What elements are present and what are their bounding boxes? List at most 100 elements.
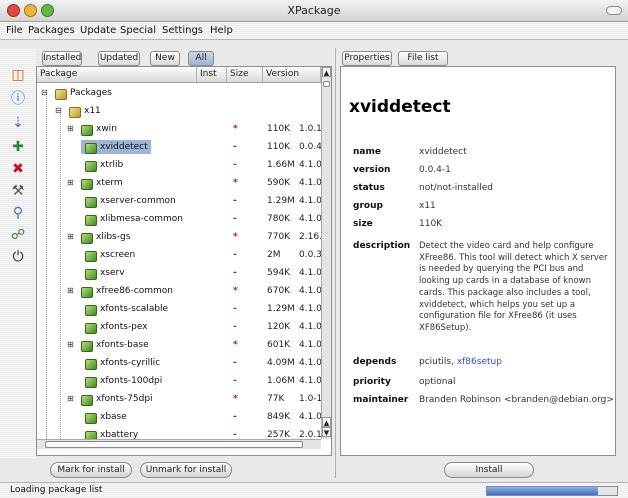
- info-icon[interactable]: ⓘ: [9, 90, 27, 108]
- tab-properties[interactable]: Properties: [342, 51, 392, 66]
- package-name-wrap[interactable]: xfonts-pex: [81, 320, 151, 334]
- package-name-wrap[interactable]: xwin: [77, 122, 120, 136]
- package-row[interactable]: ⊞ xwin * 110K 1.0.1-1: [37, 120, 321, 138]
- package-row[interactable]: xbase - 849K 4.1.0-2: [37, 408, 321, 426]
- expand-toggle[interactable]: ⊞: [67, 286, 74, 295]
- package-row[interactable]: ⊞ xfree86-common * 670K 4.1.0-2: [37, 282, 321, 300]
- package-row[interactable]: xfonts-scalable - 1.29M 4.1.0-2: [37, 300, 321, 318]
- package-row[interactable]: xtrlib - 1.66M 4.1.0-2: [37, 156, 321, 174]
- menu-special[interactable]: Special: [120, 25, 156, 36]
- list-scroll-thumb[interactable]: [323, 81, 330, 87]
- package-row[interactable]: xscreen - 2M 0.0.3-7: [37, 246, 321, 264]
- package-row[interactable]: xserver-common - 1.29M 4.1.0-2: [37, 192, 321, 210]
- package-name-wrap[interactable]: xbattery: [81, 428, 141, 439]
- package-icon: [84, 322, 97, 334]
- install-button[interactable]: Install: [444, 462, 534, 478]
- mark-install-button[interactable]: Mark for install: [50, 462, 132, 478]
- package-name-wrap[interactable]: xserv: [81, 266, 128, 280]
- scroll-up-arrow-icon[interactable]: ▲: [322, 417, 331, 427]
- package-version: 4.1.0-2: [299, 376, 321, 386]
- package-name-wrap[interactable]: xscreen: [81, 248, 138, 262]
- tree-group-row[interactable]: ⊟ x11: [37, 102, 321, 120]
- package-row[interactable]: xfonts-pex - 120K 4.1.0-2: [37, 318, 321, 336]
- package-row[interactable]: xbattery - 257K 2.0.1-1: [37, 426, 321, 439]
- install-icon[interactable]: ✚: [9, 138, 27, 156]
- status-bar: Loading package list: [0, 482, 628, 498]
- package-name-wrap[interactable]: xterm: [77, 176, 126, 190]
- configure-icon[interactable]: ⚒: [9, 182, 27, 200]
- tab-new[interactable]: New: [150, 51, 180, 66]
- package-row[interactable]: ⊞ xfonts-base * 601K 4.1.0-2: [37, 336, 321, 354]
- expand-toggle[interactable]: ⊞: [67, 124, 74, 133]
- package-row[interactable]: xfonts-cyrillic - 4.09M 4.1.0-2: [37, 354, 321, 372]
- package-row[interactable]: ⊞ xlibs-gs * 770K 2.16.1-1: [37, 228, 321, 246]
- column-inst[interactable]: Inst: [197, 67, 227, 82]
- field-label-description: description: [353, 241, 411, 251]
- package-icon: [84, 196, 97, 208]
- package-name: xbase: [100, 412, 127, 422]
- not-installed-mark: -: [233, 214, 237, 224]
- tree-root-row[interactable]: ⊟ Packages: [37, 84, 321, 102]
- package-row[interactable]: xlibmesa-common - 780K 4.1.0-2: [37, 210, 321, 228]
- menu-packages[interactable]: Packages: [28, 25, 75, 36]
- remove-icon[interactable]: ✖: [9, 160, 27, 178]
- list-vertical-scrollbar[interactable]: ▲ ▲ ▼: [321, 67, 331, 439]
- list-hscroll-thumb[interactable]: [45, 441, 303, 448]
- collapse-toggle[interactable]: ⊟: [55, 106, 62, 115]
- installed-mark: *: [233, 232, 238, 242]
- scroll-up-arrow-icon[interactable]: ▲: [322, 67, 331, 77]
- download-icon[interactable]: ⇣: [9, 114, 27, 132]
- package-row[interactable]: xviddetect - 110K 0.0.4-1: [37, 138, 321, 156]
- package-name-wrap[interactable]: xfree86-common: [77, 284, 176, 298]
- package-size: 1.06M: [267, 376, 295, 386]
- package-name-wrap[interactable]: xfonts-cyrillic: [81, 356, 163, 370]
- package-row[interactable]: ⊞ xfonts-75dpi * 77K 1.0-1: [37, 390, 321, 408]
- package-name-wrap[interactable]: xbase: [81, 410, 130, 424]
- column-package[interactable]: Package: [37, 67, 197, 82]
- depends-link[interactable]: xf86setup: [457, 357, 502, 367]
- package-name-wrap[interactable]: xlibmesa-common: [81, 212, 186, 226]
- search-icon[interactable]: ⚲: [9, 204, 27, 222]
- field-value-maintainer: Branden Robinson <branden@debian.org>: [419, 395, 614, 405]
- field-value-version: 0.0.4-1: [419, 165, 451, 175]
- expand-toggle[interactable]: ⊞: [67, 394, 74, 403]
- unmark-install-button[interactable]: Unmark for install: [140, 462, 232, 478]
- column-size[interactable]: Size: [227, 67, 263, 82]
- network-icon[interactable]: ☍: [9, 226, 27, 244]
- package-name-wrap[interactable]: xfonts-75dpi: [77, 392, 156, 406]
- expand-toggle[interactable]: ⊞: [67, 340, 74, 349]
- tab-file-list[interactable]: File list: [398, 51, 448, 66]
- split-divider[interactable]: [335, 48, 338, 478]
- package-row[interactable]: xfonts-100dpi - 1.06M 4.1.0-2: [37, 372, 321, 390]
- tab-installed[interactable]: Installed: [42, 51, 82, 66]
- package-name-wrap[interactable]: xfonts-base: [77, 338, 152, 352]
- scroll-down-arrow-icon[interactable]: ▼: [322, 427, 331, 437]
- toolbar-toggle-button[interactable]: [606, 6, 622, 15]
- menu-file[interactable]: File: [6, 25, 23, 36]
- package-name-wrap[interactable]: xviddetect: [81, 140, 151, 154]
- quit-icon[interactable]: ⏻: [9, 248, 27, 266]
- package-name-wrap[interactable]: xtrlib: [81, 158, 126, 172]
- package-title: xviddetect: [349, 97, 451, 117]
- package-name-wrap[interactable]: xserver-common: [81, 194, 179, 208]
- expand-toggle[interactable]: ⊞: [67, 232, 74, 241]
- list-horizontal-scrollbar[interactable]: [37, 439, 321, 449]
- package-icon: [84, 250, 97, 262]
- open-package-icon[interactable]: ◫: [9, 66, 27, 84]
- package-row[interactable]: ⊞ xterm * 590K 4.1.0-2: [37, 174, 321, 192]
- package-name-wrap[interactable]: xfonts-100dpi: [81, 374, 165, 388]
- menu-update[interactable]: Update: [80, 25, 116, 36]
- menu-settings[interactable]: Settings: [162, 25, 203, 36]
- tab-updated[interactable]: Updated: [98, 51, 140, 66]
- collapse-toggle[interactable]: ⊟: [41, 88, 48, 97]
- menu-help[interactable]: Help: [210, 25, 233, 36]
- package-name-wrap[interactable]: xlibs-gs: [77, 230, 133, 244]
- tab-all[interactable]: All: [188, 51, 214, 66]
- package-size: 780K: [267, 214, 291, 224]
- package-icon: [84, 304, 97, 316]
- expand-toggle[interactable]: ⊞: [67, 178, 74, 187]
- package-name-wrap[interactable]: xfonts-scalable: [81, 302, 171, 316]
- package-version: 1.0-1: [299, 394, 321, 404]
- column-version[interactable]: Version: [263, 67, 321, 82]
- package-row[interactable]: xserv - 594K 4.1.0-2: [37, 264, 321, 282]
